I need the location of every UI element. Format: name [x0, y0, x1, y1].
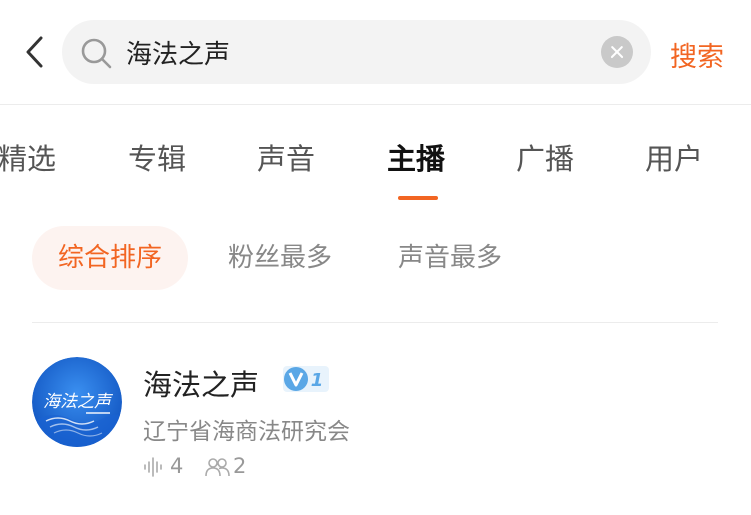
search-results-page: 搜索 精选 专辑 声音 主播 广播 用户 综合排序 粉丝最多 声音最多: [0, 0, 751, 515]
search-bar[interactable]: [62, 20, 651, 84]
tab-sounds[interactable]: 声音: [257, 136, 315, 178]
search-input[interactable]: [126, 34, 586, 70]
avatar[interactable]: 海法之声: [32, 357, 122, 447]
fans-count: 2: [233, 454, 247, 478]
sort-comprehensive[interactable]: 综合排序: [32, 226, 189, 290]
search-submit-button[interactable]: 搜索: [670, 35, 724, 74]
sound-count: 4: [170, 454, 184, 478]
chevron-left-icon: [26, 36, 43, 68]
list-divider: [32, 322, 718, 323]
avatar-logo-image: 海法之声: [32, 357, 122, 447]
search-icon: [81, 38, 112, 69]
tab-anchors[interactable]: 主播: [387, 136, 445, 178]
back-button[interactable]: [14, 32, 54, 72]
anchor-result-item[interactable]: 海法之声 海法之声 1 辽宁省海商法研究会 4 2: [0, 340, 751, 490]
svg-text:1: 1: [311, 370, 324, 391]
header-divider: [0, 104, 751, 105]
tab-radio[interactable]: 广播: [516, 136, 574, 178]
users-icon: [205, 458, 230, 477]
tab-featured[interactable]: 精选: [0, 136, 56, 178]
active-tab-indicator: [398, 196, 438, 200]
verified-badge-icon: 1: [283, 366, 329, 392]
sort-most-fans[interactable]: 粉丝最多: [202, 226, 358, 290]
category-tabs: 精选 专辑 声音 主播 广播 用户: [0, 132, 751, 204]
sound-wave-icon: [144, 457, 162, 477]
anchor-description: 辽宁省海商法研究会: [143, 419, 350, 445]
tab-users[interactable]: 用户: [645, 136, 703, 178]
sort-most-sounds[interactable]: 声音最多: [372, 226, 528, 290]
tab-albums[interactable]: 专辑: [128, 136, 186, 178]
clear-search-button[interactable]: [601, 36, 633, 68]
svg-text:海法之声: 海法之声: [43, 392, 114, 412]
anchor-name: 海法之声: [143, 368, 260, 402]
